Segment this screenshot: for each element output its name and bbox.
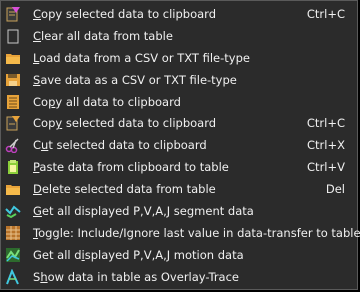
menu-item-overlay-trace[interactable]: Show data in table as Overlay-Trace [3,266,355,288]
menu-item-label: Get all displayed P,V,A,J motion data [33,247,244,262]
menu-item-label: Copy selected data to clipboard [33,116,217,131]
menu-item-label: Show data in table as Overlay-Trace [33,269,239,284]
menu-item-get-segment-data[interactable]: Get all displayed P,V,A,J segment data [3,200,355,222]
menu-item-get-motion-data[interactable]: Get all displayed P,V,A,J motion data [3,244,355,266]
save-disk-icon [5,72,21,88]
copy-selected-icon [5,115,21,131]
menu-item-paste[interactable]: Paste data from clipboard to table Ctrl+… [3,156,355,178]
menu-item-label: Copy selected data to clipboard [33,7,217,21]
paste-clipboard-icon [5,159,21,175]
copy-all-icon [5,94,21,110]
menu-item-shortcut: Ctrl+X [307,138,345,153]
menu-item-label: Copy all data to clipboard [33,94,181,109]
context-menu: Copy selected data to clipboard Ctrl+C C… [0,0,360,290]
toggle-grid-icon [5,225,21,241]
menu-items: Copy selected data to clipboard Ctrl+C C… [3,3,360,288]
menu-item-delete-selected[interactable]: Delete selected data from table Del [3,178,355,200]
menu-item-label: Cut selected data to clipboard [33,138,207,153]
cut-scissors-icon [5,137,21,154]
menu-item-label: Toggle: Include/Ignore last value in dat… [33,225,360,240]
menu-item-load-data[interactable]: Load data from a CSV or TXT file-type [3,47,355,69]
menu-item-cut-selected[interactable]: Cut selected data to clipboard Ctrl+X [3,134,355,156]
menu-item-shortcut: Ctrl+C [306,116,345,131]
menu-item-copy-all[interactable]: Copy all data to clipboard [3,91,355,113]
clear-table-icon [5,28,21,44]
menu-item-shortcut: Del [325,182,345,197]
delete-folder-icon [5,181,21,197]
menu-item-copy-selected[interactable]: Copy selected data to clipboard Ctrl+C [3,112,355,134]
menu-item-clear-all[interactable]: Clear all data from table [3,25,355,47]
menu-item-shortcut: Ctrl+V [307,160,345,175]
menu-item-label: Paste data from clipboard to table [33,160,229,175]
menu-item-label: Clear all data from table [33,28,173,43]
menu-item-save-data[interactable]: Save data as a CSV or TXT file-type [3,69,355,91]
menu-item-label: Delete selected data from table [33,182,216,197]
menu-item-copy-selected-top[interactable]: Copy selected data to clipboard Ctrl+C [3,3,355,25]
copy-selection-icon [5,6,21,22]
menu-item-label: Save data as a CSV or TXT file-type [33,72,237,87]
menu-item-label: Load data from a CSV or TXT file-type [33,50,250,65]
overlay-trace-icon [5,268,21,285]
load-folder-icon [5,50,21,66]
menu-item-shortcut: Ctrl+C [306,7,345,21]
motion-data-icon [5,247,21,263]
menu-item-label: Get all displayed P,V,A,J segment data [33,204,254,219]
segment-data-icon [5,203,21,219]
menu-item-toggle-last-value[interactable]: Toggle: Include/Ignore last value in dat… [3,222,360,244]
